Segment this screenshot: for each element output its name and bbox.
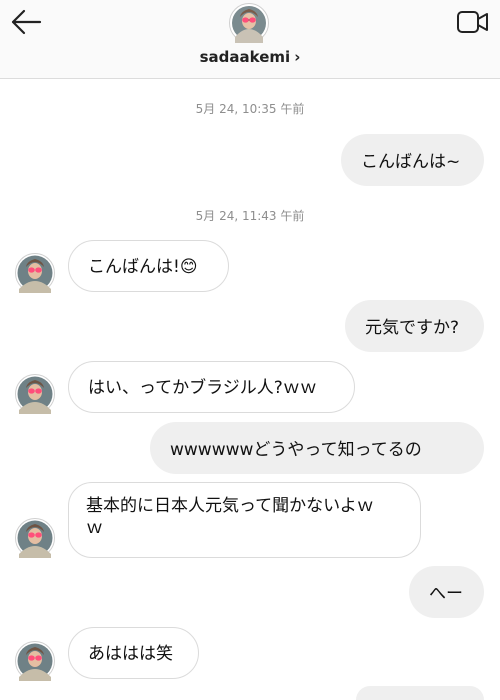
- sent-message-bubble[interactable]: 元気ですか?: [345, 300, 484, 352]
- sent-message-bubble[interactable]: へー: [409, 566, 484, 618]
- received-message-bubble[interactable]: こんばんは!😊: [68, 240, 229, 292]
- video-camera-icon[interactable]: [456, 8, 490, 36]
- header-username[interactable]: sadaakemi ›: [0, 48, 500, 66]
- chevron-right-icon: ›: [294, 48, 301, 66]
- sent-message-bubble[interactable]: wwwwwwどうやって知ってるの: [150, 422, 484, 474]
- chat-header: sadaakemi ›: [0, 0, 500, 79]
- header-avatar[interactable]: [229, 3, 269, 43]
- received-message-bubble[interactable]: あははは笑: [68, 627, 199, 679]
- back-arrow-icon[interactable]: [10, 8, 42, 36]
- received-message-bubble[interactable]: 基本的に日本人元気って聞かないよｗ ｗ: [68, 482, 421, 558]
- timestamp: 5月 24, 10:35 午前: [195, 102, 305, 116]
- sender-avatar: [15, 374, 55, 414]
- sender-avatar: [15, 253, 55, 293]
- sender-avatar: [15, 518, 55, 558]
- sender-avatar: [15, 641, 55, 681]
- sent-message-bubble[interactable]: こんばんは~: [341, 134, 484, 186]
- timestamp: 5月 24, 11:43 午前: [195, 209, 305, 223]
- username-text[interactable]: sadaakemi: [200, 48, 291, 66]
- sent-message-bubble-partial[interactable]: [356, 686, 484, 700]
- received-message-bubble[interactable]: はい、ってかブラジル人?ｗｗ: [68, 361, 355, 413]
